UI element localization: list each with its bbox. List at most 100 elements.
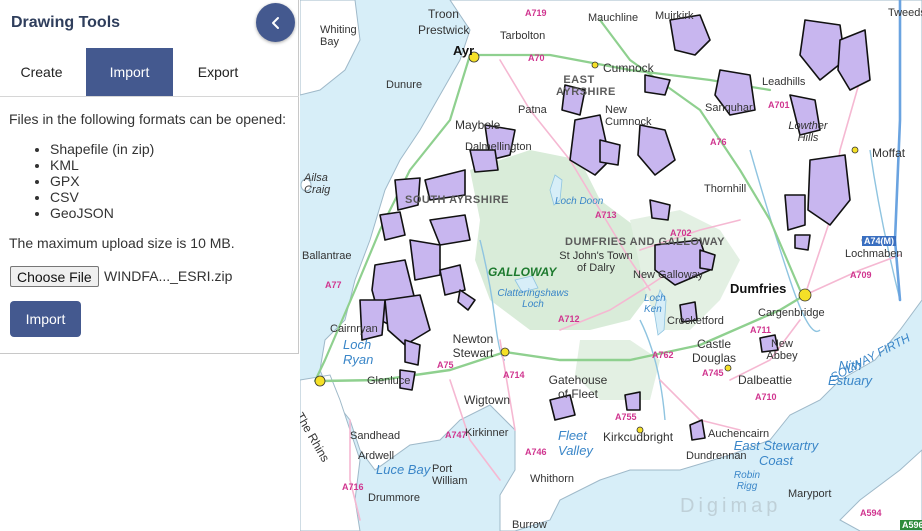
map-label-tarbolton: Tarbolton xyxy=(500,30,546,42)
format-item: GeoJSON xyxy=(50,205,154,221)
town-dot-dumfries xyxy=(798,288,812,302)
map-label-crocketford: Crocketford xyxy=(667,315,724,327)
map-label-kirkinner: Kirkinner xyxy=(465,427,509,439)
map-view[interactable]: Troon Prestwick Ayr Tarbolton Mauchline … xyxy=(300,0,922,531)
map-label-leadhills: Leadhills xyxy=(762,76,806,88)
chevron-left-icon xyxy=(271,16,279,29)
map-label-ailsa-craig: Ailsa Craig xyxy=(304,172,331,196)
map-label-dumfries: Dumfries xyxy=(730,281,787,296)
map-label-road-a713: A713 xyxy=(595,210,617,220)
town-dot-newton-stewart xyxy=(500,347,510,357)
map-label-moffat: Moffat xyxy=(872,146,906,160)
map-label-port-william: Port William xyxy=(432,463,468,487)
map-label-drummore: Drummore xyxy=(368,492,420,504)
drawing-tools-panel: Drawing Tools Create Import Export Files… xyxy=(0,0,299,354)
map-label-cumnock: Cumnock xyxy=(603,61,654,75)
format-item: GPX xyxy=(50,173,154,189)
map-label-road-a755: A755 xyxy=(615,412,637,422)
map-label-lochmaben: Lochmaben xyxy=(845,248,903,260)
map-label-road-a77: A77 xyxy=(325,280,342,290)
windfarm-polygon xyxy=(404,339,421,366)
map-label-new-galloway: New Galloway xyxy=(633,269,704,281)
map-label-dunure: Dunure xyxy=(386,79,423,91)
map-label-patna: Patna xyxy=(518,104,547,116)
map-label-castle-douglas: Castle Douglas xyxy=(692,337,737,365)
map-label-newton-stewart: Newton Stewart xyxy=(452,332,494,360)
town-dot-moffat xyxy=(851,146,859,154)
map-label-whithorn: Whithorn xyxy=(530,473,575,485)
map-label-road-a714: A714 xyxy=(503,370,525,380)
map-label-cargenbridge: Cargenbridge xyxy=(758,307,825,319)
map-label-road-a746: A746 xyxy=(525,447,547,457)
map-label-road-a745: A745 xyxy=(702,368,724,378)
map-label-troon: Troon xyxy=(428,7,459,21)
format-item: KML xyxy=(50,157,154,173)
tab-import[interactable]: Import xyxy=(86,48,173,96)
map-label-lowther-hills: Lowther Hills xyxy=(788,120,828,144)
map-label-mauchline: Mauchline xyxy=(588,12,639,24)
map-label-luce-bay: Luce Bay xyxy=(376,462,431,477)
map-label-robin-rigg: Robin Rigg xyxy=(733,470,761,492)
map-label-clatteringshaws: Clatteringshaws Loch xyxy=(497,288,569,310)
map-label-road-a762: A762 xyxy=(652,350,674,360)
panel-title: Drawing Tools xyxy=(11,14,121,31)
map-label-maryport: Maryport xyxy=(788,488,832,500)
map-label-gatehouse-of-fleet: Gatehouse of Fleet xyxy=(548,373,608,401)
map-label-loch-ryan: Loch Ryan xyxy=(343,337,374,367)
map-label-road-a70: A70 xyxy=(528,53,545,63)
town-dot-stranraer xyxy=(314,375,326,387)
map-label-tweedsmuir: Tweedsmuir xyxy=(888,7,922,19)
map-label-loch-doon: Loch Doon xyxy=(555,196,604,207)
collapse-panel-button[interactable] xyxy=(256,3,295,42)
land-cumbria xyxy=(839,449,922,531)
map-label-ballantrae: Ballantrae xyxy=(302,250,352,262)
windfarm-polygon xyxy=(784,194,806,231)
supported-formats-list: Shapefile (in zip) KML GPX CSV GeoJSON xyxy=(9,141,154,221)
choose-file-button[interactable]: Choose File xyxy=(10,266,99,287)
format-item: Shapefile (in zip) xyxy=(50,141,154,157)
map-label-fleet-valley: Fleet Valley xyxy=(558,428,593,458)
map-label-road-a712: A712 xyxy=(558,314,580,324)
map-label-road-a596: A596 xyxy=(900,520,922,530)
map-label-cairnryan: Cairnryan xyxy=(330,323,378,335)
map-label-dalmellington: Dalmellington xyxy=(465,141,532,153)
panel-tabs: Create Import Export xyxy=(0,48,299,97)
import-button[interactable]: Import xyxy=(10,301,81,337)
windfarm-polygon xyxy=(599,139,621,166)
map-label-road-a594: A594 xyxy=(860,508,882,518)
map-label-muirkirk: Muirkirk xyxy=(655,10,694,22)
map-label-ardwell: Ardwell xyxy=(358,450,395,462)
map-label-kirkcudbright: Kirkcudbright xyxy=(603,430,674,444)
windfarm-polygon xyxy=(409,239,441,281)
map-label-east-ayrshire: EAST AYRSHIRE xyxy=(556,74,616,98)
town-dot-castle-douglas xyxy=(724,364,732,372)
map-label-sanquhar: Sanquhar xyxy=(705,102,753,114)
map-label-glenluce: Glenluce xyxy=(367,375,411,387)
map-label-road-a76: A76 xyxy=(710,137,727,147)
map-label-wigtown: Wigtown xyxy=(464,393,511,407)
tab-export[interactable]: Export xyxy=(175,48,261,96)
max-upload-size-text: The maximum upload size is 10 MB. xyxy=(9,235,235,251)
windfarm-polygon xyxy=(794,234,811,251)
windfarm-polygon xyxy=(469,149,499,173)
map-label-dumfries-and-galloway: DUMFRIES AND GALLOWAY xyxy=(565,236,726,248)
map-label-new-cumnock: New Cumnock xyxy=(605,104,652,128)
map-label-road-a716: A716 xyxy=(342,482,364,492)
map-label-road-a711: A711 xyxy=(750,325,772,335)
map-label-dalbeattie: Dalbeattie xyxy=(738,373,793,387)
format-item: CSV xyxy=(50,189,154,205)
town-dot-cumnock xyxy=(591,61,599,69)
map-label-south-ayrshire: SOUTH AYRSHIRE xyxy=(405,194,509,206)
tab-create[interactable]: Create xyxy=(0,48,83,96)
selected-file-name: WINDFA..._ESRI.zip xyxy=(104,268,233,284)
map-label-ayr: Ayr xyxy=(453,43,475,58)
supported-formats-intro: Files in the following formats can be op… xyxy=(9,111,287,127)
map-label-whiting-bay: Whiting Bay xyxy=(320,24,357,48)
map-label-loch-ken: Loch Ken xyxy=(644,293,666,315)
map-label-road-a75: A75 xyxy=(437,360,454,370)
windfarm-polygon xyxy=(624,391,641,411)
map-label-maybole: Maybole xyxy=(455,118,501,132)
map-label-road-a702: A702 xyxy=(670,228,692,238)
map-label-road-a710: A710 xyxy=(755,392,777,402)
map-label-road-a719: A719 xyxy=(525,8,547,18)
